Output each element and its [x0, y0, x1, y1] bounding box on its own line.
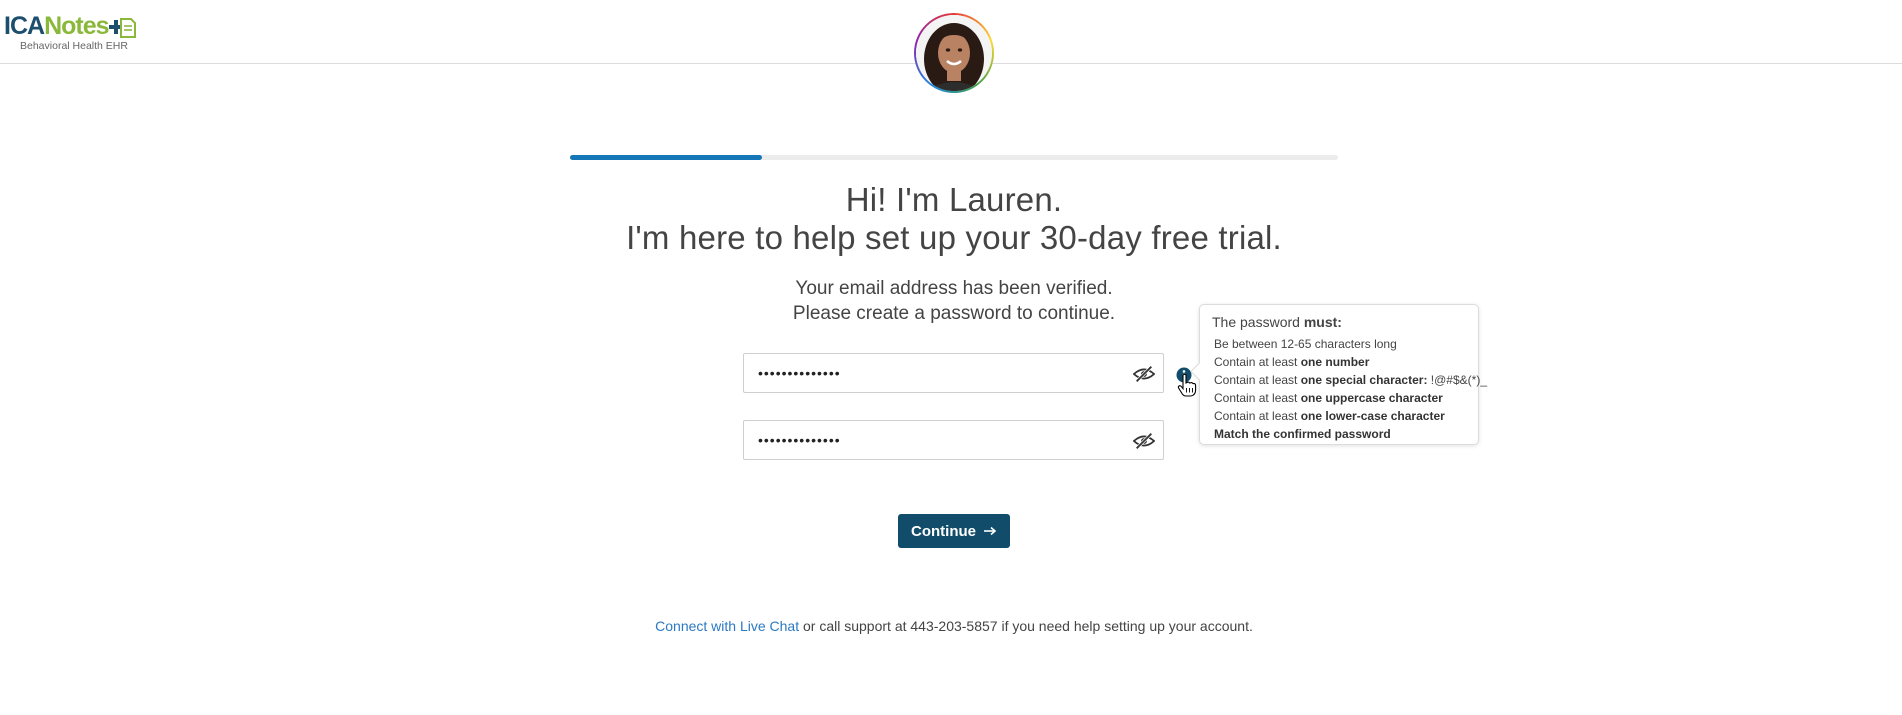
hand-pointer-icon [1177, 373, 1197, 397]
confirm-password-value: •••••••••••••• [758, 432, 841, 448]
tooltip-heading-text: The password [1212, 314, 1304, 330]
trial-title: I'm here to help set up your 30-day free… [626, 219, 1282, 256]
progress-fill [570, 155, 762, 160]
continue-button[interactable]: Continue [898, 514, 1010, 548]
password-rule: Match the confirmed password [1214, 427, 1391, 441]
arrow-right-icon [984, 526, 997, 536]
support-text: or call support at 443-203-5857 if you n… [799, 618, 1253, 634]
icanotes-logo[interactable]: ICANotes Behavioral Health EHR [4, 12, 140, 54]
password-input[interactable]: •••••••••••••• [743, 353, 1164, 393]
password-value: •••••••••••••• [758, 365, 841, 381]
logo-plus-icon [109, 18, 136, 38]
password-rules-list: Be between 12-65 characters long Contain… [1214, 335, 1487, 443]
eye-slash-icon[interactable] [1133, 364, 1155, 384]
password-rule: Contain at least one lower-case characte… [1214, 409, 1445, 423]
tooltip-heading-bold: must: [1303, 314, 1342, 330]
password-rule: Contain at least one number [1214, 355, 1370, 369]
password-requirements-tooltip: The password must: Be between 12-65 char… [1190, 304, 1487, 445]
password-rule: Contain at least one special character: … [1214, 373, 1487, 387]
support-message: Connect with Live Chat or call support a… [0, 618, 1902, 634]
password-rule: Be between 12-65 characters long [1214, 337, 1397, 351]
setup-progress-bar [570, 155, 1338, 160]
assistant-avatar [914, 13, 994, 93]
logo-tagline: Behavioral Health EHR [20, 40, 128, 52]
verified-message: Your email address has been verified. [795, 278, 1113, 299]
tooltip-heading: The password must: [1212, 314, 1342, 330]
logo-ica-text: ICA [4, 12, 45, 40]
confirm-password-input[interactable]: •••••••••••••• [743, 420, 1164, 460]
continue-label: Continue [911, 522, 976, 540]
logo-notes-text: Notes [44, 12, 109, 40]
eye-slash-icon[interactable] [1133, 431, 1155, 451]
create-password-message: Please create a password to continue. [792, 303, 1116, 324]
avatar-photo [916, 15, 992, 91]
password-rule: Contain at least one uppercase character [1214, 391, 1443, 405]
live-chat-link[interactable]: Connect with Live Chat [655, 618, 799, 634]
greeting-title: Hi! I'm Lauren. [845, 181, 1063, 218]
